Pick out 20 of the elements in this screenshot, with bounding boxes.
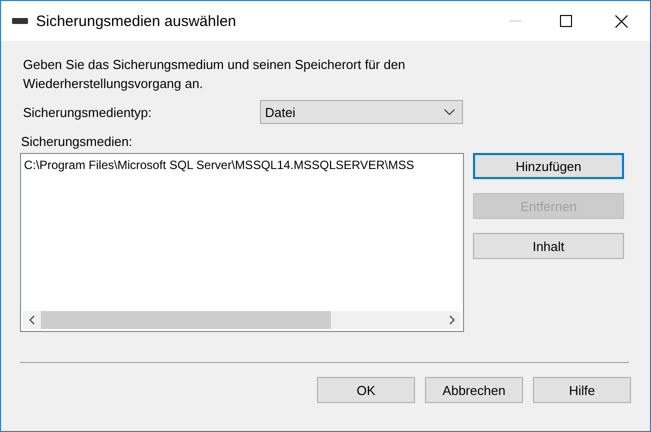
dialog-button[interactable]: Abbrechen bbox=[425, 377, 523, 403]
maximize-icon[interactable] bbox=[560, 15, 572, 27]
window-title: Sicherungsmedien auswählen bbox=[36, 12, 236, 30]
horizontal-scrollbar[interactable] bbox=[23, 311, 461, 329]
scroll-right-icon[interactable] bbox=[449, 315, 455, 325]
media-listbox[interactable]: C:\Program Files\Microsoft SQL Server\MSSQL14.MSSQLSERVER\MSS bbox=[20, 153, 464, 332]
dialog-button[interactable]: OK bbox=[317, 377, 415, 403]
side-button[interactable]: Inhalt bbox=[473, 233, 624, 259]
list-item[interactable]: C:\Program Files\Microsoft SQL Server\MSSQL14.MSSQLSERVER\MSS bbox=[21, 154, 463, 172]
close-icon[interactable] bbox=[615, 14, 628, 28]
drive-icon bbox=[12, 17, 28, 25]
instruction-text: Geben Sie das Sicherungsmedium und seinen Speicherort für den Wiederherstellungsvorgang an. bbox=[23, 56, 406, 93]
media-type-dropdown[interactable]: Datei bbox=[260, 100, 463, 124]
scroll-left-icon[interactable] bbox=[29, 315, 35, 325]
field-label: Sicherungsmedien: bbox=[21, 133, 134, 151]
side-button[interactable]: Hinzufügen bbox=[473, 153, 624, 179]
chevron-down-icon bbox=[444, 109, 455, 115]
dialog-button[interactable]: Hilfe bbox=[533, 377, 631, 403]
field-label: Sicherungsmedientyp: bbox=[23, 104, 153, 120]
scrollbar-thumb[interactable] bbox=[41, 311, 331, 329]
